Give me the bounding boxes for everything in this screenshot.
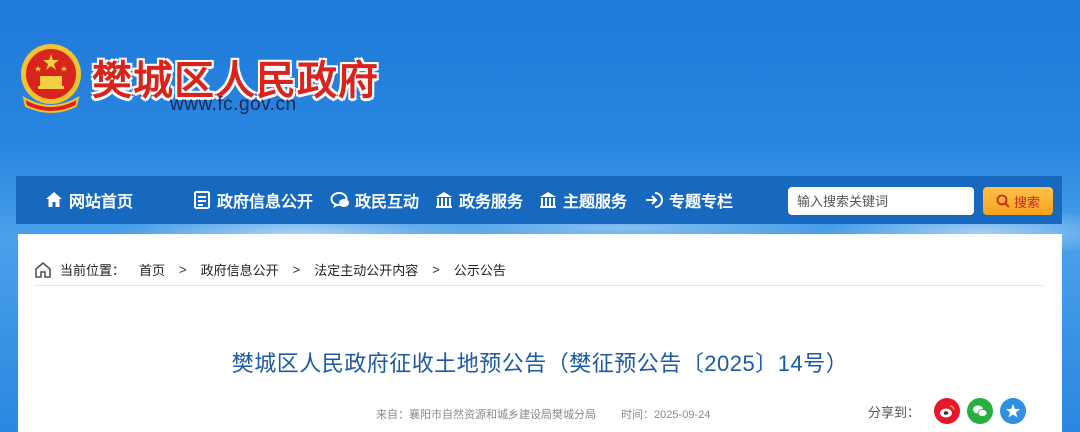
- breadcrumb-separator: >: [292, 262, 301, 277]
- wechat-icon: [973, 405, 988, 417]
- search-button-label: 搜索: [1013, 194, 1040, 210]
- home-icon: [46, 192, 62, 207]
- article-source: 来自：襄阳市自然资源和城乡建设局樊城分局: [376, 409, 596, 421]
- nav-item-label: 政民互动: [355, 194, 420, 211]
- nav-item-label: 政府信息公开: [217, 194, 314, 211]
- nav-item-label: 政务服务: [459, 194, 524, 211]
- share-label: 分享到：: [868, 404, 921, 420]
- search-button[interactable]: 搜索: [983, 187, 1053, 215]
- share-wechat-button[interactable]: [967, 398, 994, 424]
- article-title: 樊城区人民政府征收土地预公告（樊征预公告〔2025〕14号）: [231, 351, 849, 376]
- content-panel: 当前位置： 首页 > 政府信息公开 > 法定主动公开内容 > 公示公告 樊城区人…: [18, 234, 1062, 432]
- breadcrumb-item-home[interactable]: 首页: [139, 260, 165, 279]
- nav-item-label: 网站首页: [69, 194, 134, 211]
- breadcrumb-label: 当前位置：: [60, 263, 126, 278]
- national-emblem-icon: [21, 44, 81, 113]
- share-qzone-button[interactable]: [1000, 398, 1027, 424]
- breadcrumb-separator: >: [179, 262, 187, 277]
- chat-icon: [330, 192, 349, 208]
- breadcrumb-separator: >: [432, 262, 440, 277]
- home-icon: [35, 261, 51, 278]
- nav-item-gov-info[interactable]: 政府信息公开: [192, 176, 313, 224]
- breadcrumb-item-notices[interactable]: 公示公告: [454, 260, 506, 279]
- site-url: www.fc.gov.cn: [170, 94, 297, 115]
- article-time: 时间：2025-09-24: [621, 409, 711, 421]
- building-icon: [540, 192, 556, 208]
- article-meta: 来自：襄阳市自然资源和城乡建设局樊城分局 时间：2025-09-24: [376, 406, 732, 422]
- nav-item-special[interactable]: 专题专栏: [644, 176, 733, 224]
- nav-item-services[interactable]: 政务服务: [434, 176, 523, 224]
- weibo-icon: [940, 405, 955, 418]
- share-bar: 分享到：: [868, 398, 1033, 424]
- breadcrumb-item-gov-info[interactable]: 政府信息公开: [201, 260, 279, 279]
- building-icon: [436, 192, 452, 208]
- nav-item-home[interactable]: 网站首页: [44, 176, 133, 224]
- breadcrumb: 当前位置： 首页 > 政府信息公开 > 法定主动公开内容 > 公示公告: [34, 254, 1044, 286]
- nav-item-label: 专题专栏: [669, 194, 734, 211]
- nav-item-interaction[interactable]: 政民互动: [330, 176, 419, 224]
- share-weibo-button[interactable]: [934, 398, 961, 424]
- document-icon: [194, 191, 210, 209]
- nav-item-theme[interactable]: 主题服务: [538, 176, 627, 224]
- search-icon: [996, 194, 1010, 208]
- breadcrumb-item-statutory[interactable]: 法定主动公开内容: [314, 260, 418, 279]
- nav-item-label: 主题服务: [563, 194, 628, 211]
- enter-icon: [646, 192, 663, 208]
- qzone-icon: [1006, 404, 1021, 418]
- search-input[interactable]: [788, 187, 974, 215]
